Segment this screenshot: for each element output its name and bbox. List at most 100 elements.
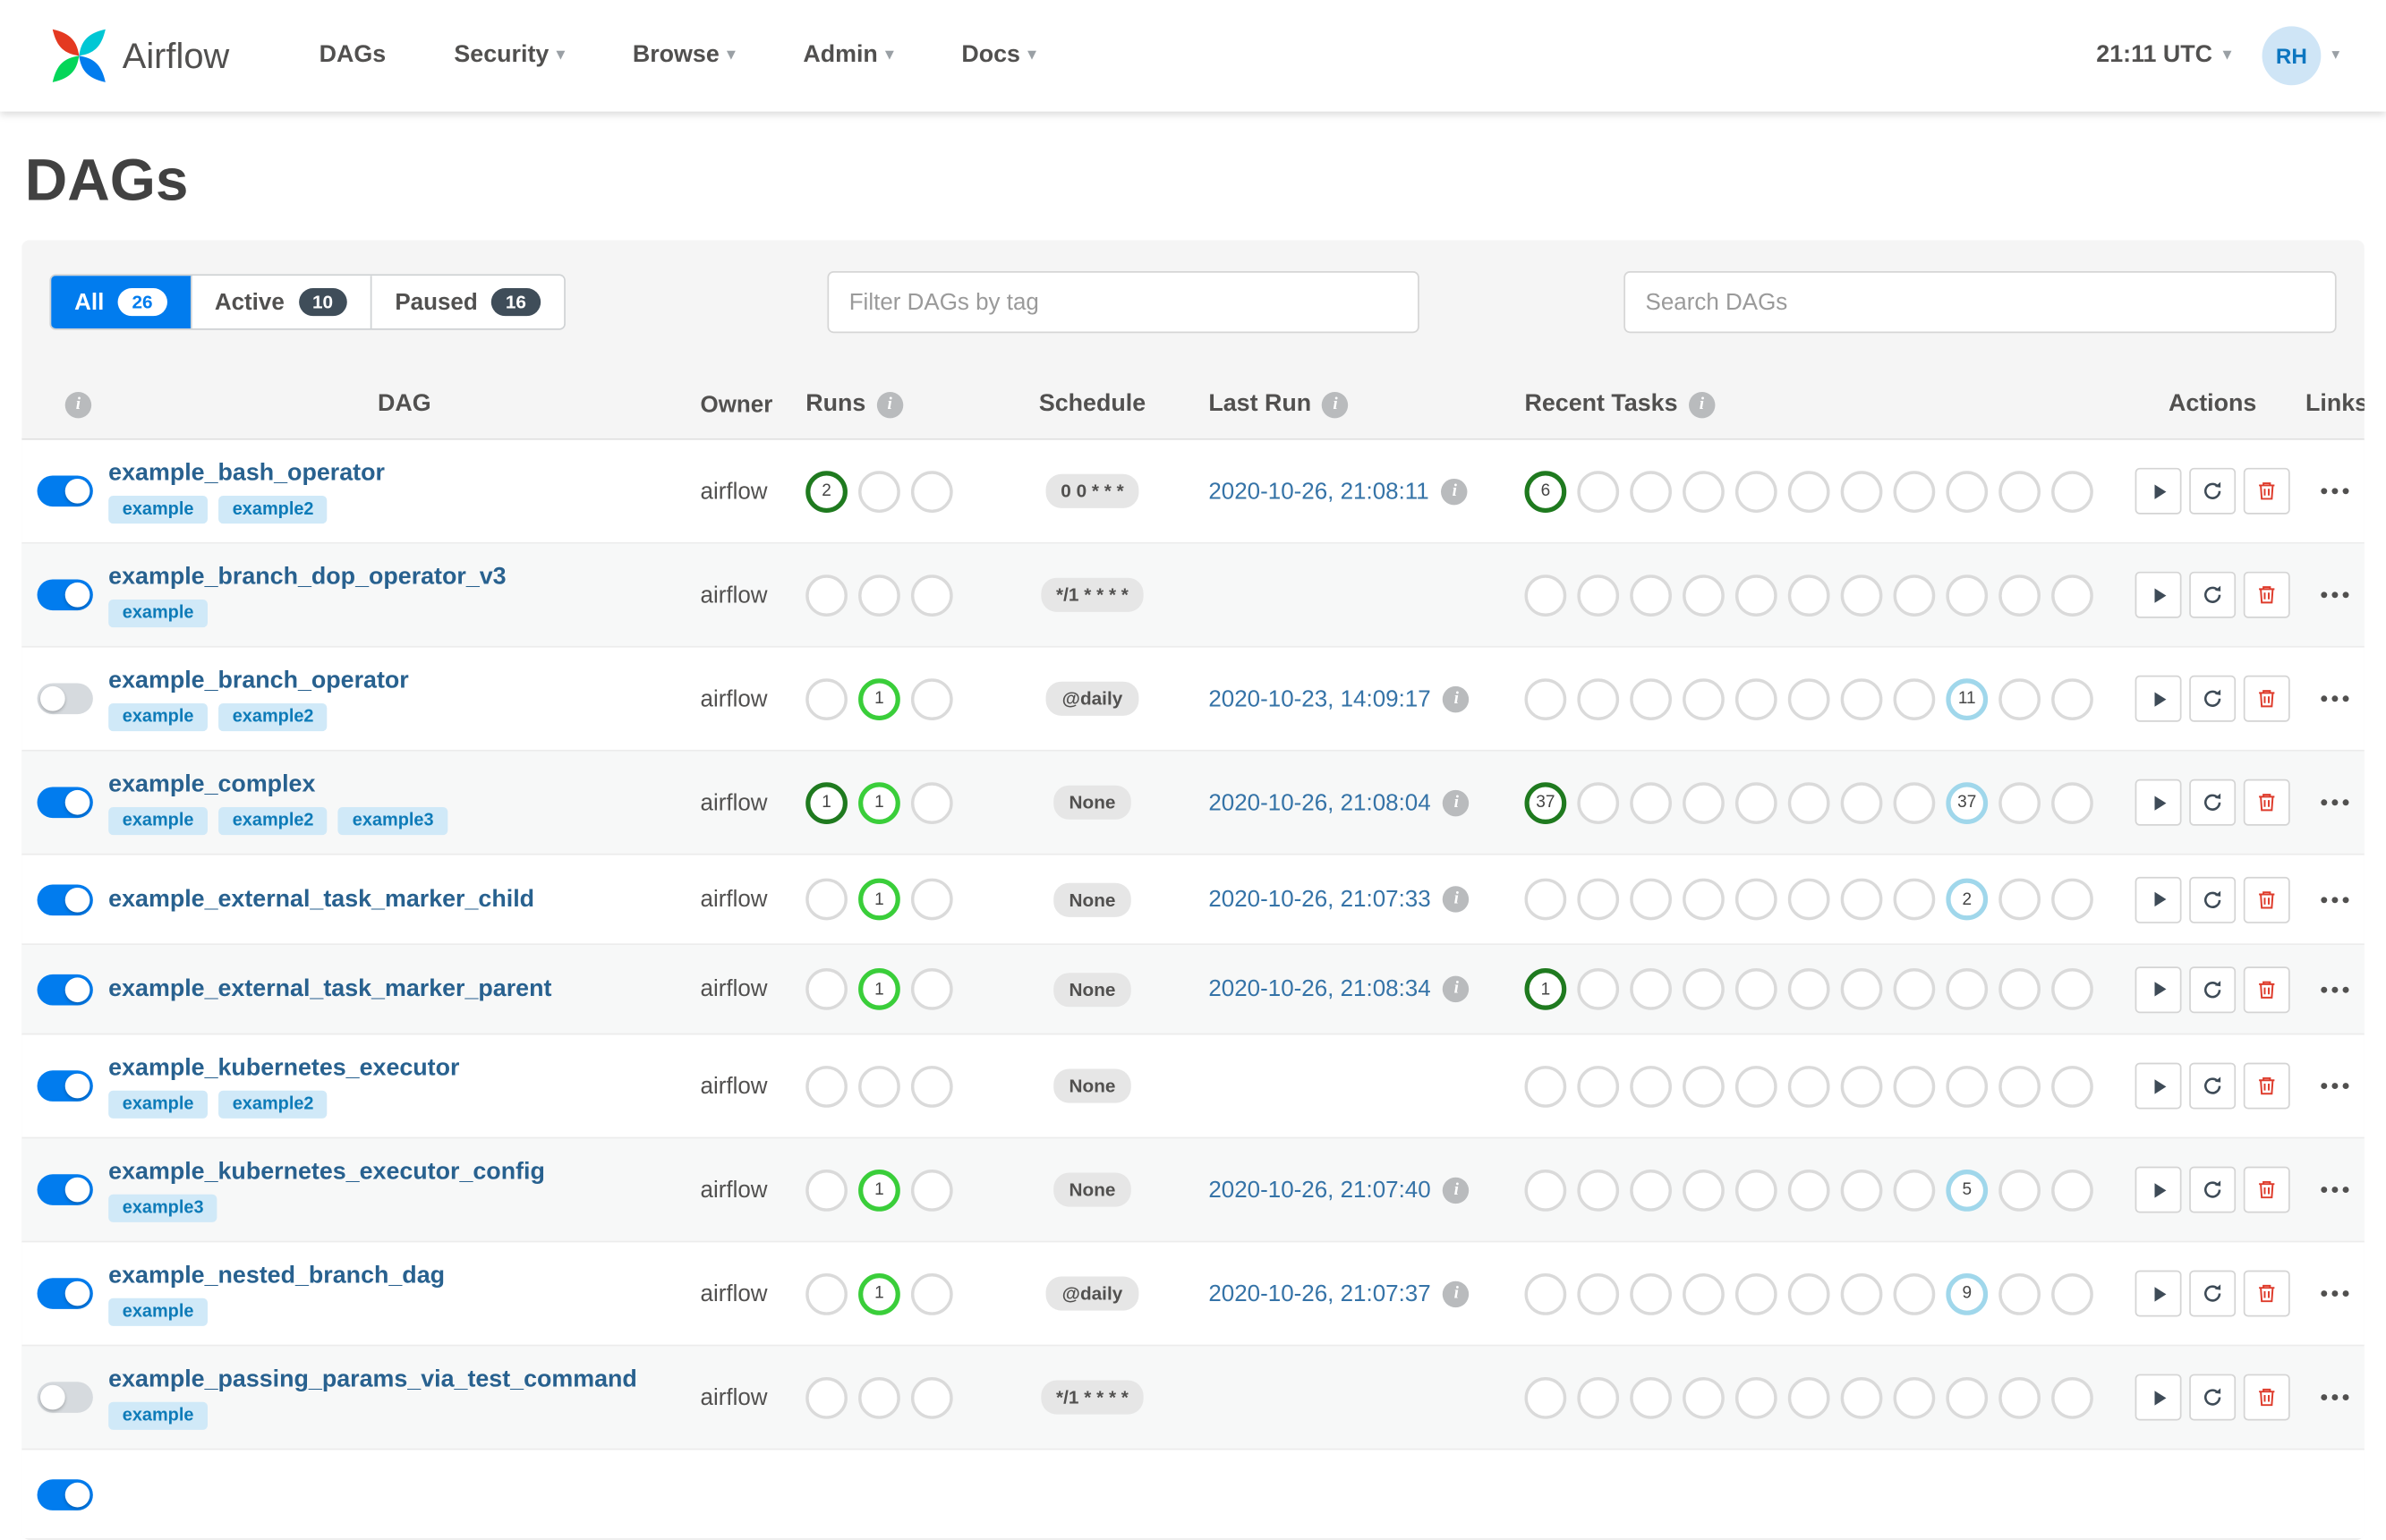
run-status-circle[interactable]: 1: [858, 1272, 900, 1315]
refresh-dag-button[interactable]: [2189, 1166, 2237, 1213]
delete-dag-button[interactable]: [2243, 1166, 2290, 1213]
delete-dag-button[interactable]: [2243, 779, 2290, 826]
task-status-circle[interactable]: [2051, 470, 2093, 513]
filter-tab-paused[interactable]: Paused 16: [371, 276, 564, 329]
task-status-circle[interactable]: [1946, 968, 1989, 1010]
task-status-circle[interactable]: [2051, 1376, 2093, 1418]
run-status-circle[interactable]: [858, 574, 900, 617]
task-status-circle[interactable]: [1998, 878, 2041, 921]
run-status-circle[interactable]: [910, 470, 953, 513]
trigger-dag-button[interactable]: [2135, 1166, 2182, 1213]
task-status-circle[interactable]: [2051, 781, 2093, 824]
task-status-circle[interactable]: [1734, 574, 1777, 617]
run-status-circle[interactable]: [805, 677, 848, 720]
task-status-circle[interactable]: [1524, 1169, 1567, 1211]
task-status-circle[interactable]: [1998, 968, 2041, 1010]
dag-link[interactable]: example_external_task_marker_child: [108, 885, 534, 913]
trigger-dag-button[interactable]: [2135, 467, 2182, 515]
links-menu[interactable]: [2318, 479, 2352, 504]
dag-link[interactable]: example_external_task_marker_parent: [108, 975, 551, 1003]
task-status-circle[interactable]: [1630, 781, 1672, 824]
run-status-circle[interactable]: 1: [858, 1169, 900, 1211]
links-menu[interactable]: [2318, 1074, 2352, 1099]
dag-tag[interactable]: example: [108, 599, 209, 627]
refresh-dag-button[interactable]: [2189, 1270, 2237, 1317]
tag-filter-input[interactable]: [827, 270, 1419, 334]
dag-pause-toggle[interactable]: [37, 974, 93, 1005]
run-status-circle[interactable]: [910, 574, 953, 617]
task-status-circle[interactable]: [1946, 1376, 1989, 1418]
dag-link[interactable]: example_branch_dop_operator_v3: [108, 563, 506, 591]
task-status-circle[interactable]: [1893, 1169, 1936, 1211]
refresh-dag-button[interactable]: [2189, 1374, 2237, 1421]
dag-pause-toggle[interactable]: [37, 1278, 93, 1309]
task-status-circle[interactable]: [1998, 1169, 2041, 1211]
task-status-circle[interactable]: [1683, 470, 1725, 513]
task-status-circle[interactable]: [1683, 968, 1725, 1010]
task-status-circle[interactable]: [1998, 574, 2041, 617]
task-status-circle[interactable]: [1577, 677, 1620, 720]
dag-link[interactable]: example_passing_params_via_test_command: [108, 1366, 637, 1393]
task-status-circle[interactable]: [1683, 1376, 1725, 1418]
dag-link[interactable]: example_bash_operator: [108, 459, 385, 487]
task-status-circle[interactable]: [1787, 1376, 1830, 1418]
task-status-circle[interactable]: [1787, 1065, 1830, 1107]
run-status-circle[interactable]: 2: [805, 470, 848, 513]
links-menu[interactable]: [2318, 977, 2352, 1002]
dag-tag[interactable]: example: [108, 806, 209, 835]
schedule-badge[interactable]: None: [1053, 972, 1131, 1007]
trigger-dag-button[interactable]: [2135, 779, 2182, 826]
run-status-circle[interactable]: [805, 1272, 848, 1315]
task-status-circle[interactable]: [1840, 1065, 1883, 1107]
run-status-circle[interactable]: [910, 677, 953, 720]
brand[interactable]: Airflow: [47, 23, 229, 89]
task-status-circle[interactable]: [2051, 1272, 2093, 1315]
info-icon[interactable]: i: [1322, 391, 1349, 418]
task-status-circle[interactable]: [1893, 677, 1936, 720]
links-menu[interactable]: [2318, 1281, 2352, 1306]
schedule-badge[interactable]: None: [1053, 881, 1131, 917]
nav-item-browse[interactable]: Browse ▾: [633, 42, 735, 70]
task-status-circle[interactable]: [1734, 470, 1777, 513]
delete-dag-button[interactable]: [2243, 1062, 2290, 1110]
task-status-circle[interactable]: [1524, 878, 1567, 921]
task-status-circle[interactable]: [1630, 1065, 1672, 1107]
clock-menu[interactable]: 21:11 UTC ▾: [2096, 42, 2231, 70]
refresh-dag-button[interactable]: [2189, 675, 2237, 722]
task-status-circle[interactable]: [1840, 968, 1883, 1010]
task-status-circle[interactable]: [1577, 968, 1620, 1010]
column-header-dag[interactable]: DAG: [378, 390, 431, 418]
info-icon[interactable]: i: [876, 391, 903, 418]
nav-item-dags[interactable]: DAGs: [320, 42, 387, 70]
task-status-circle[interactable]: [1840, 1376, 1883, 1418]
task-status-circle[interactable]: [1734, 1272, 1777, 1315]
trigger-dag-button[interactable]: [2135, 1374, 2182, 1421]
run-status-circle[interactable]: [805, 1169, 848, 1211]
run-status-circle[interactable]: [858, 1065, 900, 1107]
nav-item-admin[interactable]: Admin ▾: [803, 42, 893, 70]
dag-link[interactable]: example_kubernetes_executor_config: [108, 1158, 545, 1186]
run-status-circle[interactable]: [910, 878, 953, 921]
task-status-circle[interactable]: [1524, 1376, 1567, 1418]
last-run-link[interactable]: 2020-10-26, 21:07:33: [1208, 886, 1430, 912]
task-status-circle[interactable]: 5: [1946, 1169, 1989, 1211]
task-status-circle[interactable]: [1893, 574, 1936, 617]
task-status-circle[interactable]: [1893, 1272, 1936, 1315]
task-status-circle[interactable]: [1630, 1376, 1672, 1418]
filter-tab-active[interactable]: Active 10: [191, 276, 372, 329]
task-status-circle[interactable]: [1524, 574, 1567, 617]
links-menu[interactable]: [2318, 583, 2352, 608]
run-status-circle[interactable]: [805, 1376, 848, 1418]
run-status-circle[interactable]: [910, 1272, 953, 1315]
task-status-circle[interactable]: [1734, 968, 1777, 1010]
run-status-circle[interactable]: [910, 1169, 953, 1211]
task-status-circle[interactable]: [1524, 1272, 1567, 1315]
dag-pause-toggle[interactable]: [37, 883, 93, 915]
links-menu[interactable]: [2318, 1178, 2352, 1203]
dag-pause-toggle[interactable]: [37, 1382, 93, 1413]
schedule-badge[interactable]: 0 0 * * *: [1044, 473, 1140, 508]
task-status-circle[interactable]: [1734, 878, 1777, 921]
task-status-circle[interactable]: [1630, 677, 1672, 720]
dag-tag[interactable]: example: [108, 495, 209, 523]
dag-tag[interactable]: example: [108, 1400, 209, 1430]
